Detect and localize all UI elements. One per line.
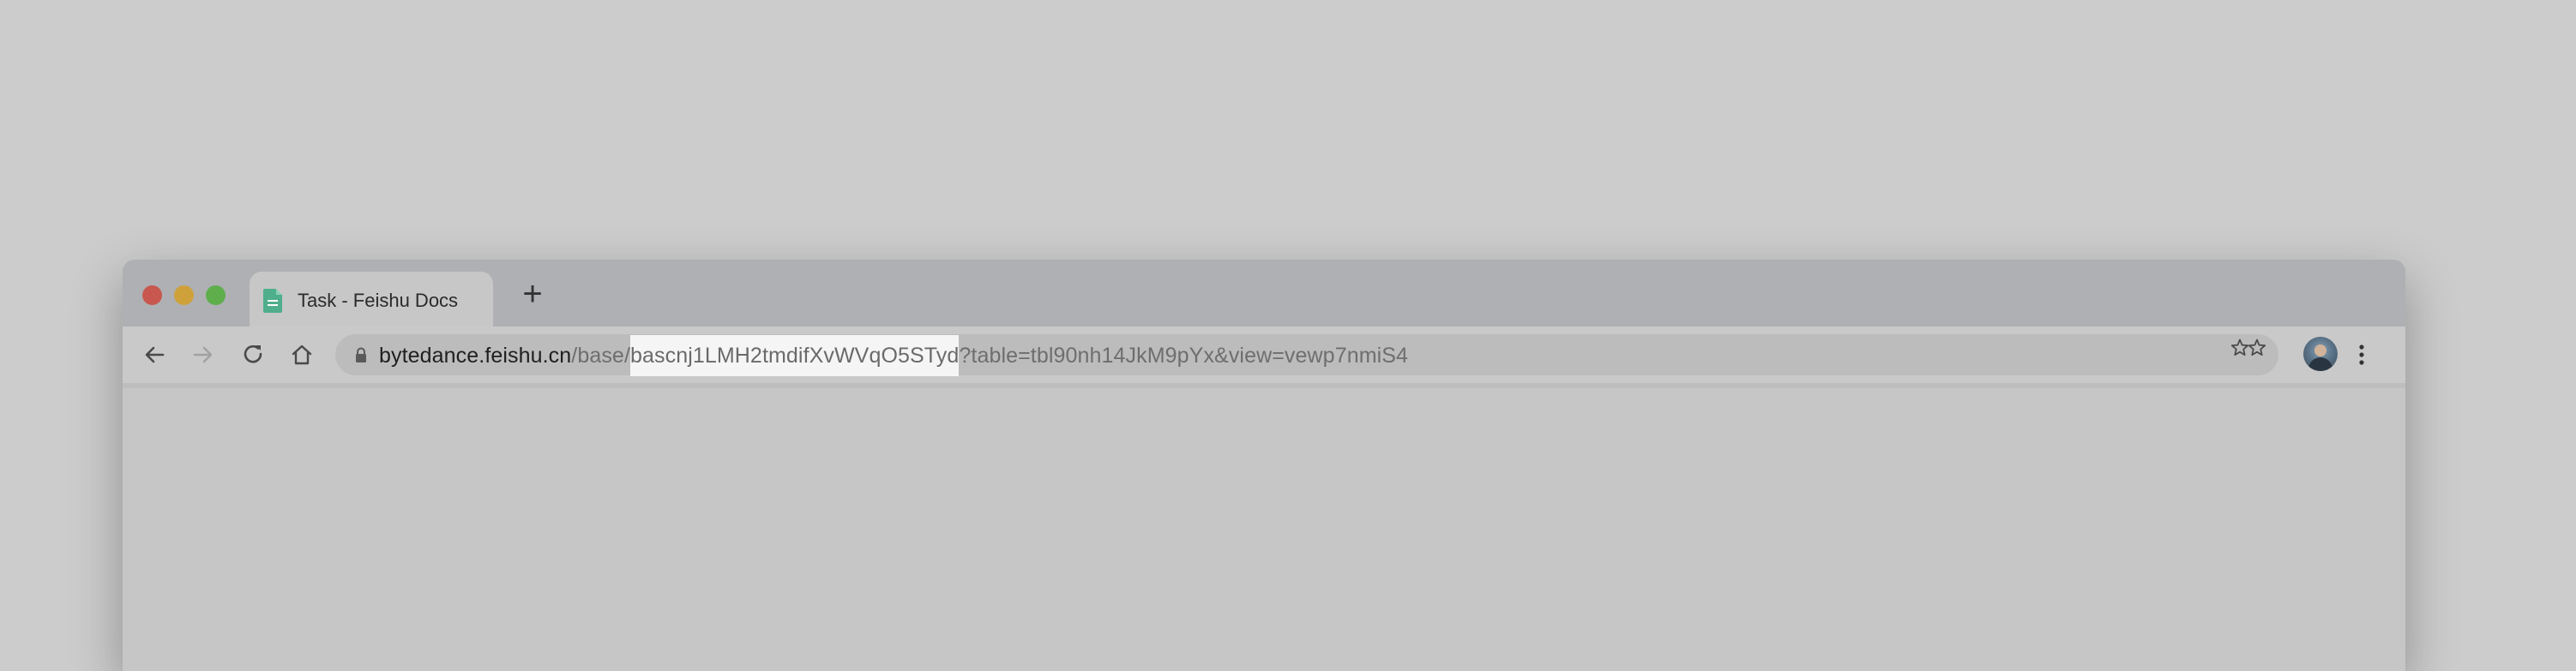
more-options-icon[interactable]: [2356, 341, 2367, 368]
page-content-area: [123, 388, 2405, 671]
lock-icon[interactable]: [353, 347, 369, 362]
home-icon[interactable]: [288, 341, 316, 368]
url-path-prefix: /base/: [571, 344, 630, 368]
tab-task-feishu-docs[interactable]: Task - Feishu Docs: [250, 272, 493, 327]
bookmark-star-icon[interactable]: [2230, 338, 2268, 357]
profile-avatar[interactable]: [2303, 337, 2338, 371]
browser-toolbar: bytedance.feishu.cn/base/bascnj1LMH2tmdi…: [123, 327, 2405, 388]
address-bar[interactable]: bytedance.feishu.cn/base/bascnj1LMH2tmdi…: [335, 334, 2278, 376]
url-query: ?table=tbl90nh14JkM9pYx&view=vewp7nmiS4: [959, 344, 1409, 368]
close-window-button[interactable]: [142, 285, 162, 305]
tab-title: Task - Feishu Docs: [298, 290, 459, 311]
reload-icon[interactable]: [239, 341, 267, 368]
forward-arrow-icon[interactable]: [190, 341, 217, 368]
back-arrow-icon[interactable]: [141, 341, 168, 368]
url-selected-segment: bascnj1LMH2tmdifXvWVqO5STyd: [629, 335, 960, 376]
maximize-window-button[interactable]: [206, 285, 226, 305]
browser-window: Task - Feishu Docs + bytedance.feishu.cn…: [123, 260, 2405, 671]
tab-strip: Task - Feishu Docs +: [123, 260, 2405, 327]
feishu-doc-icon: [263, 289, 282, 313]
minimize-window-button[interactable]: [174, 285, 194, 305]
url-text[interactable]: bytedance.feishu.cn/base/bascnj1LMH2tmdi…: [379, 335, 1409, 376]
url-host: bytedance.feishu.cn: [379, 344, 572, 368]
new-tab-button[interactable]: +: [515, 277, 550, 311]
